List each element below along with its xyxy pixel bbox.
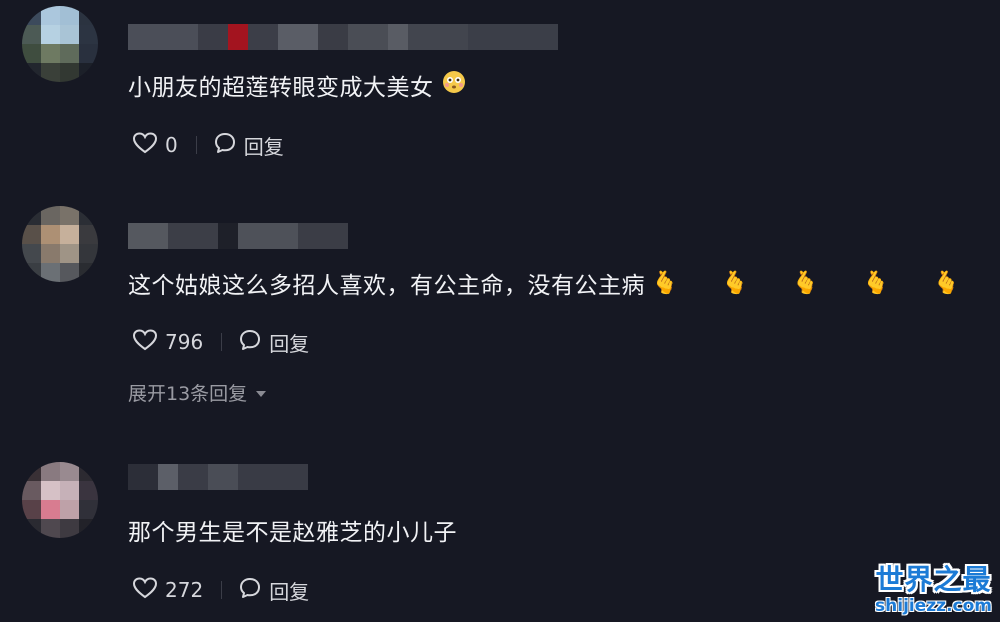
username-blurred[interactable] (128, 24, 558, 50)
expand-replies-label: 展开13条回复 (128, 383, 248, 405)
comment-text-body: 小朋友的超莲转眼变成大美女 (128, 75, 434, 101)
comment-bubble-icon (238, 328, 262, 357)
heart-icon (132, 328, 158, 357)
reply-label: 回复 (269, 331, 310, 356)
site-watermark: 世界之最 shijiezz.com (875, 558, 992, 616)
like-count: 796 (165, 330, 204, 354)
reply-label: 回复 (243, 134, 284, 159)
comment-actions: 272 回复 (132, 576, 309, 604)
comment-bubble-icon (238, 576, 262, 605)
comment-bubble-icon (213, 131, 237, 160)
like-button[interactable]: 796 (132, 328, 203, 357)
comment-text: 那个男生是不是赵雅芝的小儿子 (128, 513, 457, 547)
reply-button[interactable]: 回复 (238, 576, 309, 605)
expand-replies-button[interactable]: 展开13条回复 (128, 379, 267, 406)
username-blurred[interactable] (128, 464, 308, 490)
avatar[interactable] (22, 206, 98, 282)
heart-icon (132, 576, 158, 605)
watermark-url: shijiezz.com (875, 596, 992, 616)
reply-button[interactable]: 回复 (213, 131, 284, 160)
divider (195, 136, 197, 154)
like-count: 0 (165, 133, 178, 157)
caret-down-icon (255, 382, 267, 404)
comment-text-body: 这个姑娘这么多招人喜欢，有公主命，没有公主病 (128, 273, 645, 299)
comment-actions: 0 回复 (132, 131, 284, 159)
reply-label: 回复 (269, 579, 310, 604)
like-button[interactable]: 272 (132, 576, 203, 605)
flushed-face-emoji (442, 70, 466, 100)
username-blurred[interactable] (128, 223, 348, 249)
like-count: 272 (165, 578, 204, 602)
comment-text-body: 那个男生是不是赵雅芝的小儿子 (128, 520, 457, 546)
divider (221, 581, 223, 599)
like-button[interactable]: 0 (132, 131, 178, 160)
heart-icon (132, 131, 158, 160)
reply-button[interactable]: 回复 (238, 328, 309, 357)
avatar[interactable] (22, 462, 98, 538)
comment-actions: 796 回复 (132, 328, 309, 356)
comment-text: 这个姑娘这么多招人喜欢，有公主命，没有公主病 🫰 🫰 🫰 🫰 🫰 🫰 (128, 266, 1000, 300)
watermark-title: 世界之最 (875, 563, 992, 596)
comment-text: 小朋友的超莲转眼变成大美女 (128, 68, 466, 102)
divider (221, 333, 223, 351)
avatar[interactable] (22, 6, 98, 82)
finger-heart-emoji-row: 🫰 🫰 🫰 🫰 🫰 🫰 (651, 270, 1000, 296)
